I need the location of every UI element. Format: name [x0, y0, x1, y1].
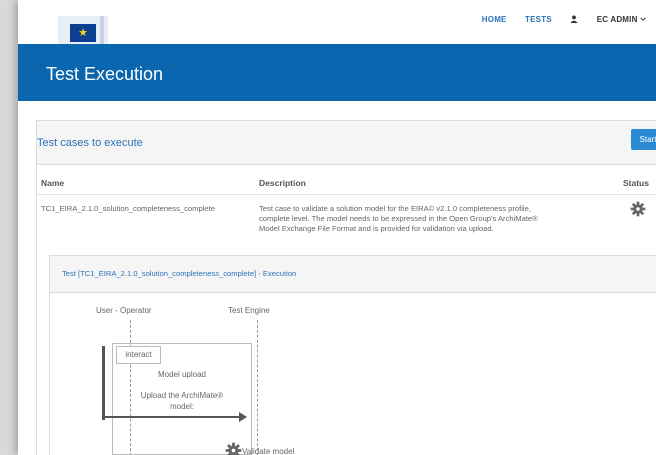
- test-case-description-line-2: complete level. The model needs to be ex…: [259, 214, 538, 223]
- top-navigation-bar: ★ HOME TESTS EC ADMIN: [18, 0, 656, 45]
- user-menu[interactable]: EC ADMIN: [570, 15, 646, 24]
- start-button[interactable]: Start: [631, 129, 656, 150]
- test-cases-panel: Test cases to execute Start Name Descrip…: [36, 120, 656, 455]
- page-banner: Test Execution: [18, 44, 656, 101]
- step-title: Model upload: [157, 370, 207, 379]
- execution-header: Test [TC1_EIRA_2.1.0_solution_completene…: [50, 256, 656, 293]
- engine-lifeline: [257, 320, 258, 455]
- browser-window: ★ HOME TESTS EC ADMIN Test Execution Tes…: [18, 0, 656, 455]
- main-nav: HOME TESTS EC ADMIN: [466, 15, 646, 24]
- panel-title: Test cases to execute: [37, 137, 143, 149]
- message-line-2: model:: [169, 402, 194, 411]
- column-header-name: Name: [41, 178, 65, 188]
- gear-icon: [630, 201, 646, 217]
- execution-title: Test [TC1_EIRA_2.1.0_solution_completene…: [62, 269, 297, 278]
- nav-tests-link[interactable]: TESTS: [525, 15, 552, 24]
- interaction-frame-label: interact: [116, 346, 161, 364]
- eu-flag-icon: ★: [70, 24, 96, 42]
- activation-bar: [102, 346, 105, 420]
- test-case-description-line-1: Test case to validate a solution model f…: [259, 204, 531, 213]
- nav-home-link[interactable]: HOME: [482, 15, 507, 24]
- header-divider: [37, 194, 656, 195]
- logo-stripe: [100, 16, 104, 44]
- test-case-description-line-3: Model Exchange File Format and is provid…: [259, 224, 494, 233]
- eu-logo[interactable]: ★: [58, 16, 108, 45]
- actor-user-operator: User - Operator: [96, 306, 152, 315]
- panel-header: Test cases to execute Start: [37, 121, 656, 165]
- execution-panel: Test [TC1_EIRA_2.1.0_solution_completene…: [49, 255, 656, 455]
- column-header-status: Status: [623, 178, 649, 188]
- message-line-1: Upload the ArchiMate®: [140, 391, 224, 400]
- validate-model-label: Validate model: [242, 447, 295, 455]
- test-case-name: TC1_EIRA_2.1.0_solution_completeness_com…: [41, 204, 215, 213]
- arrowhead: [239, 412, 247, 422]
- user-icon: [570, 15, 578, 23]
- page-title: Test Execution: [46, 64, 164, 84]
- actor-test-engine: Test Engine: [228, 306, 270, 315]
- gear-icon: [225, 442, 242, 455]
- message-arrow: [105, 416, 241, 418]
- chevron-down-icon: [640, 17, 646, 21]
- column-header-description: Description: [259, 178, 306, 188]
- user-menu-label: EC ADMIN: [596, 15, 638, 24]
